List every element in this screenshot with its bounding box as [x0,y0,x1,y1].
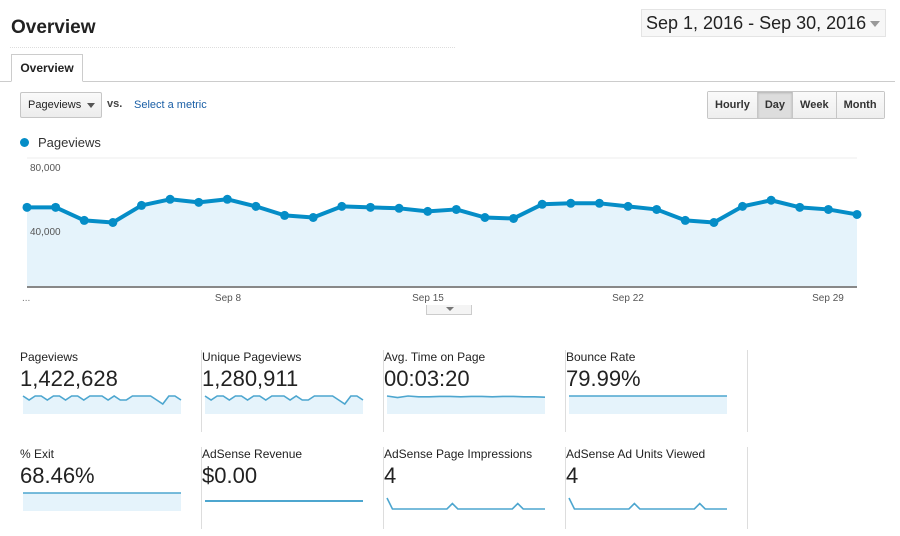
chevron-down-icon [87,103,95,108]
metric-label: Pageviews [20,350,79,364]
data-point-sep-20[interactable] [566,198,576,208]
sparkline-fill [23,493,181,511]
granularity-buttons: Hourly Day Week Month [707,91,885,119]
metric-card-unique-pageviews[interactable]: Unique Pageviews 1,280,911 [202,350,384,432]
data-point-sep-18[interactable] [509,213,519,223]
metric-value: 00:03:20 [384,366,470,391]
data-point-sep-7[interactable] [194,197,204,207]
metric-label: Bounce Rate [566,350,636,364]
sparkline [23,492,181,511]
data-point-sep-30[interactable] [852,209,862,219]
data-point-sep-22[interactable] [623,201,633,211]
metric-value: 4 [384,463,397,488]
month-button[interactable]: Month [835,92,884,118]
hourly-button[interactable]: Hourly [708,92,757,118]
metric-value: $0.00 [202,463,258,488]
chart-legend[interactable]: Pageviews [20,135,101,150]
data-point-sep-23[interactable] [652,204,662,214]
data-point-sep-25[interactable] [709,218,719,227]
metric-card-exit[interactable]: % Exit 68.46% [20,447,202,529]
data-point-sep-3[interactable] [79,215,89,225]
data-point-sep-17[interactable] [480,213,490,223]
metric-card-avg-time-on-page[interactable]: Avg. Time on Page 00:03:20 [384,350,566,432]
x-tick-sep29: Sep 29 [812,293,844,304]
week-button[interactable]: Week [792,92,836,118]
metric-label: % Exit [20,447,55,461]
data-point-sep-1[interactable] [22,202,32,212]
metric-value: 1,422,628 [20,366,118,391]
metric-label: AdSense Page Impressions [384,447,533,461]
data-point-sep-11[interactable] [308,213,318,223]
x-tick-sep15: Sep 15 [412,293,444,304]
sparkline-fill [569,396,727,414]
data-point-sep-8[interactable] [222,194,232,204]
x-tick-start: ... [22,293,30,304]
title-divider [10,47,455,48]
chevron-down-icon [870,21,880,27]
sparkline [569,395,727,414]
data-point-sep-12[interactable] [337,201,347,211]
sparkline [205,500,363,502]
sparkline-line [386,497,545,510]
metric-value: 79.99% [566,366,641,391]
data-point-sep-9[interactable] [251,201,261,211]
data-point-sep-14[interactable] [394,203,404,213]
sparkline [204,395,364,414]
metric-value: 1,280,911 [202,366,299,391]
metric-card-adsense-revenue[interactable]: AdSense Revenue $0.00 [202,447,384,529]
data-point-sep-5[interactable] [136,200,146,210]
data-point-sep-10[interactable] [280,210,290,220]
date-range-picker[interactable]: Sep 1, 2016 - Sep 30, 2016 [641,9,886,37]
x-tick-sep8: Sep 8 [215,293,242,304]
data-point-sep-6[interactable] [165,194,175,204]
data-point-sep-21[interactable] [594,198,604,208]
data-point-sep-28[interactable] [795,202,805,212]
y-tick-80000: 80,000 [30,163,61,174]
legend-dot-icon [20,138,29,147]
vs-label: vs. [107,98,123,110]
metric-dropdown[interactable]: Pageviews [20,92,102,118]
day-button[interactable]: Day [756,92,793,118]
metric-card-adsense-page-impressions[interactable]: AdSense Page Impressions 4 [384,447,566,529]
data-point-sep-2[interactable] [51,202,61,212]
data-point-sep-15[interactable] [423,206,433,216]
data-point-sep-29[interactable] [823,204,833,214]
sparkline [568,497,727,510]
metric-card-pageviews[interactable]: Pageviews 1,422,628 [20,350,202,432]
metric-label: AdSense Revenue [202,447,303,461]
metric-value: 4 [566,463,579,488]
x-tick-sep22: Sep 22 [612,293,644,304]
date-range-label: Sep 1, 2016 - Sep 30, 2016 [646,13,867,33]
pageviews-chart[interactable]: 80,000 40,000 ... Sep 8 Sep 15 Sep 22 Se… [0,150,900,305]
metric-card-bounce-rate[interactable]: Bounce Rate 79.99% [566,350,748,432]
sparkline-line [568,497,727,510]
metric-label: AdSense Ad Units Viewed [566,447,706,461]
legend-label: Pageviews [38,135,101,150]
metric-value: 68.46% [20,463,95,488]
chevron-down-icon [446,307,454,311]
data-point-sep-24[interactable] [680,215,690,225]
data-point-sep-13[interactable] [365,202,375,212]
data-point-sep-19[interactable] [537,199,547,209]
data-point-sep-26[interactable] [738,201,748,211]
metric-label: Unique Pageviews [202,350,302,364]
metric-card-adsense-ad-units-viewed[interactable]: AdSense Ad Units Viewed 4 [566,447,748,529]
select-metric-link[interactable]: Select a metric [134,99,207,111]
data-point-sep-27[interactable] [766,195,776,205]
page-title: Overview [11,17,96,38]
metric-label: Avg. Time on Page [384,350,486,364]
data-point-sep-4[interactable] [108,218,118,227]
data-point-sep-16[interactable] [451,204,461,214]
sparkline-fill [387,396,545,414]
sparkline [386,497,545,510]
sparkline [22,395,182,414]
tab-divider [0,81,895,82]
metric-dropdown-label: Pageviews [28,99,82,111]
y-tick-40000: 40,000 [30,227,61,238]
sparkline [386,395,546,414]
collapse-chart-button[interactable] [426,305,472,315]
tab-overview[interactable]: Overview [11,54,83,82]
